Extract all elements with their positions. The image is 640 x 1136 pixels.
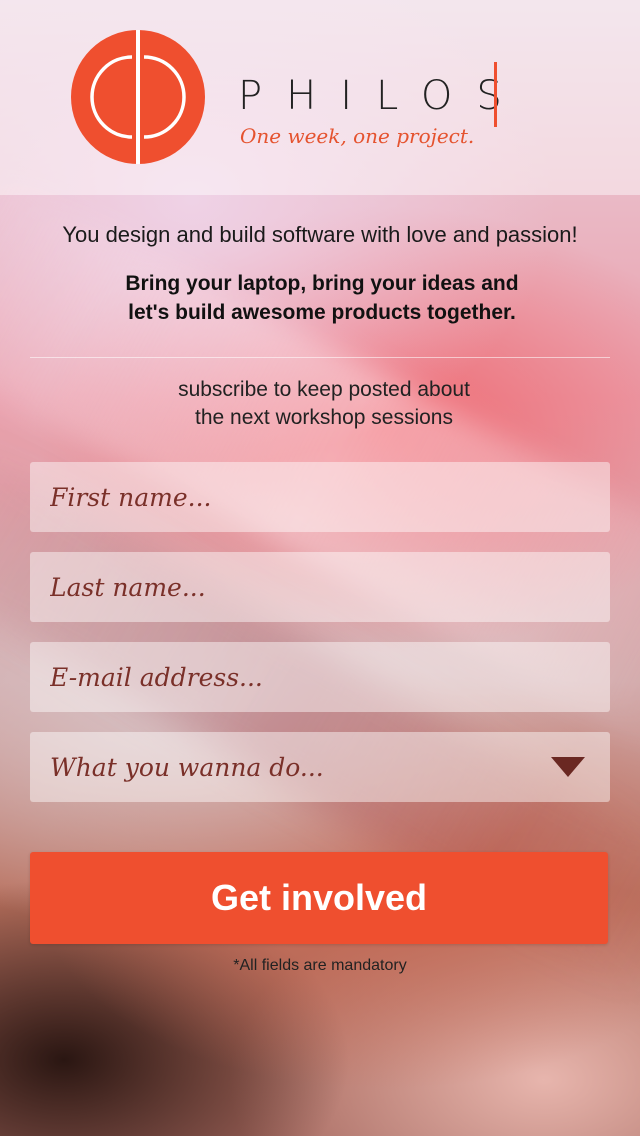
email-field[interactable] xyxy=(30,642,610,712)
highlight-text: Bring your laptop, bring your ideas and … xyxy=(60,269,584,327)
last-name-field[interactable] xyxy=(30,552,610,622)
brand-accent-bar xyxy=(494,62,497,127)
subscribe-line-2: the next workshop sessions xyxy=(195,406,453,429)
highlight-line-1: Bring your laptop, bring your ideas and xyxy=(125,272,519,295)
caret-down-icon xyxy=(551,757,585,777)
get-involved-button[interactable]: Get involved xyxy=(30,852,608,944)
first-name-field[interactable] xyxy=(30,462,610,532)
header: PHILOS One week, one project. xyxy=(0,0,640,195)
activity-select-value: What you wanna do... xyxy=(50,752,324,782)
divider xyxy=(30,357,610,358)
brand-name: PHILOS xyxy=(238,73,526,119)
subscribe-text: subscribe to keep posted about the next … xyxy=(100,376,548,432)
intro-text: You design and build software with love … xyxy=(62,222,578,247)
subscribe-line-1: subscribe to keep posted about xyxy=(178,378,470,401)
activity-select[interactable]: What you wanna do... xyxy=(30,732,610,802)
mandatory-note: *All fields are mandatory xyxy=(233,957,407,974)
highlight-line-2: let's build awesome products together. xyxy=(128,301,516,324)
philos-logo-icon xyxy=(71,30,205,164)
tagline: One week, one project. xyxy=(240,124,475,148)
